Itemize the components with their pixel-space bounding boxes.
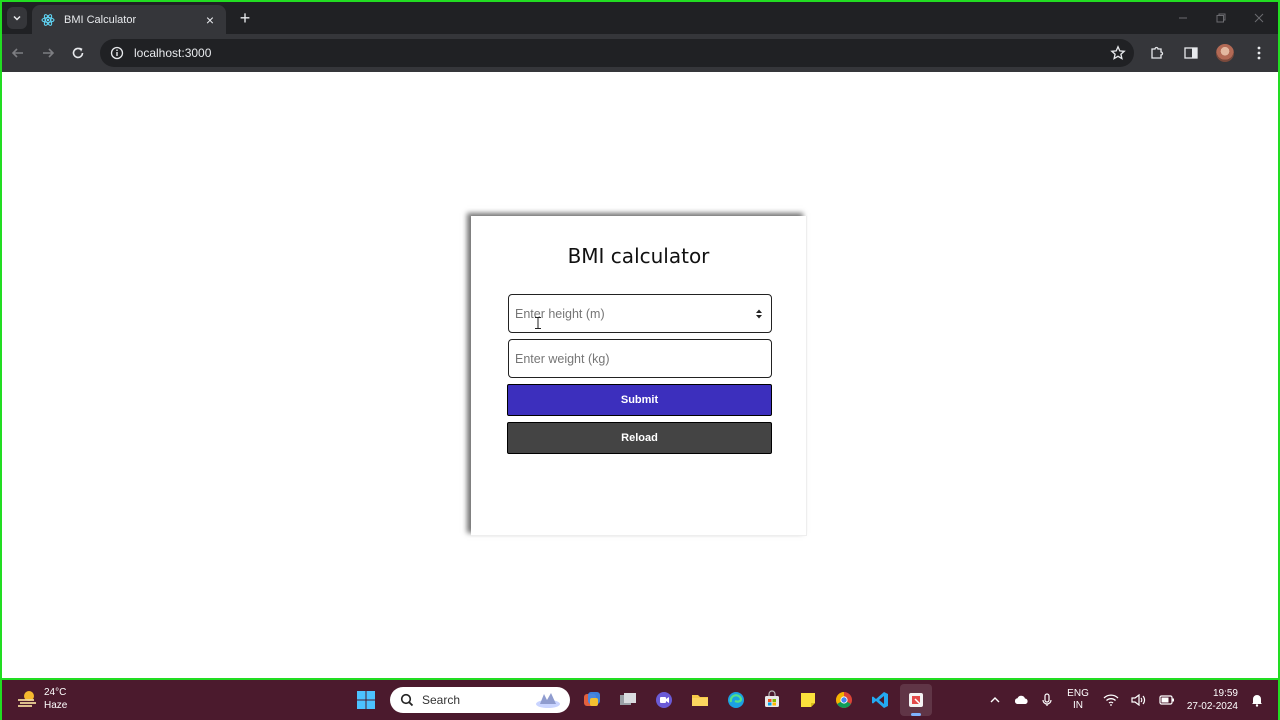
bmi-card: BMI calculator Submit Reload [471, 216, 807, 536]
page-title: BMI calculator [567, 244, 710, 268]
browser-window: BMI Calculator × + localhost:3000 BMI ca… [2, 2, 1278, 678]
puzzle-icon [1151, 46, 1164, 59]
height-input[interactable] [508, 294, 772, 333]
taskbar-store[interactable] [756, 684, 788, 716]
kebab-menu-icon [1257, 46, 1261, 60]
minimize-icon [1179, 17, 1187, 19]
clock-time: 19:59 [1212, 688, 1238, 699]
close-icon [1254, 13, 1264, 23]
number-spinner-icon[interactable] [754, 307, 764, 321]
volume-button[interactable] [1131, 694, 1147, 706]
wifi-button[interactable] [1103, 694, 1119, 706]
tab-strip: BMI Calculator × + [2, 2, 1278, 34]
arrow-right-icon [43, 48, 55, 58]
tab-search-button[interactable] [7, 7, 27, 29]
vscode-icon [872, 692, 888, 708]
tab-title: BMI Calculator [64, 13, 137, 26]
submit-button[interactable]: Submit [507, 384, 772, 416]
info-icon [110, 46, 124, 60]
battery-icon [1159, 695, 1174, 705]
reload-button[interactable]: Reload [507, 422, 772, 454]
task-view-icon [620, 693, 636, 705]
reload-page-button[interactable] [64, 39, 92, 67]
chevron-up-icon [990, 697, 1000, 703]
wifi-icon [1103, 694, 1119, 706]
taskbar-task-view[interactable] [612, 684, 644, 716]
address-text: localhost:3000 [134, 46, 212, 60]
microphone-button[interactable] [1041, 693, 1053, 707]
close-window-button[interactable] [1240, 2, 1278, 34]
cloud-icon [1015, 695, 1028, 704]
taskbar-chrome[interactable] [828, 684, 860, 716]
forward-button[interactable] [34, 39, 62, 67]
restore-button[interactable] [1202, 2, 1240, 34]
taskbar-apps: Search [350, 684, 936, 716]
restore-icon [1216, 13, 1226, 23]
battery-button[interactable] [1159, 695, 1175, 705]
taskbar-search[interactable]: Search [390, 687, 570, 713]
search-highlight-icon [536, 693, 560, 708]
profile-button[interactable] [1210, 38, 1240, 68]
taskbar-vscode[interactable] [864, 684, 896, 716]
system-tray: ENG IN 19:59 27-02-2024 [983, 684, 1270, 716]
toolbar-actions [1142, 34, 1278, 72]
tab-close-icon[interactable]: × [202, 12, 218, 28]
refresh-icon [72, 47, 84, 59]
react-logo-icon [40, 12, 56, 28]
menu-button[interactable] [1244, 38, 1274, 68]
taskbar-copilot[interactable] [576, 684, 608, 716]
extensions-button[interactable] [1142, 38, 1172, 68]
language-indicator[interactable]: ENG IN [1067, 688, 1089, 712]
windows-logo-icon [357, 691, 375, 709]
copilot-icon [584, 692, 600, 706]
show-hidden-icons-button[interactable] [989, 694, 1001, 706]
microphone-icon [1042, 693, 1052, 706]
browser-toolbar: localhost:3000 [2, 34, 1278, 72]
bell-icon [1252, 695, 1262, 707]
taskbar-sticky-notes[interactable] [792, 684, 824, 716]
folder-icon [692, 695, 708, 706]
taskbar-snipping-tool[interactable] [900, 684, 932, 716]
speaker-icon [1131, 694, 1145, 706]
sticky-notes-icon [801, 693, 815, 707]
browser-tab[interactable]: BMI Calculator × [32, 5, 226, 34]
weather-temperature: 24°C [44, 687, 67, 698]
taskbar-meet[interactable] [648, 684, 680, 716]
windows-taskbar: 24°C Haze Search ENG IN 19:59 27-02-2024 [2, 680, 1278, 720]
star-icon[interactable] [1110, 45, 1126, 61]
onedrive-button[interactable] [1013, 694, 1029, 706]
avatar [1216, 44, 1234, 62]
new-tab-button[interactable]: + [234, 7, 256, 29]
address-bar[interactable]: localhost:3000 [100, 39, 1134, 67]
chrome-icon [836, 692, 852, 708]
window-controls [1164, 2, 1278, 34]
taskbar-file-explorer[interactable] [684, 684, 716, 716]
snipping-tool-icon [909, 693, 923, 707]
edge-icon [728, 692, 744, 708]
chat-camera-icon [656, 692, 672, 708]
weather-widget[interactable]: 24°C Haze [16, 686, 67, 712]
clock-date: 27-02-2024 [1186, 701, 1238, 712]
notifications-button[interactable] [1250, 693, 1264, 707]
side-panel-button[interactable] [1176, 38, 1206, 68]
start-button[interactable] [350, 684, 382, 716]
text-cursor-icon [535, 317, 541, 329]
page-viewport: BMI calculator Submit Reload [2, 72, 1278, 678]
weather-description: Haze [44, 700, 68, 711]
weight-input[interactable] [508, 339, 772, 378]
arrow-left-icon [11, 48, 23, 58]
minimize-button[interactable] [1164, 2, 1202, 34]
clock[interactable]: 19:59 27-02-2024 [1187, 687, 1238, 713]
side-panel-icon [1184, 47, 1198, 59]
search-icon [400, 693, 414, 707]
store-icon [765, 690, 779, 707]
chevron-down-icon [13, 15, 21, 21]
haze-weather-icon [18, 691, 36, 707]
taskbar-edge[interactable] [720, 684, 752, 716]
back-button[interactable] [4, 39, 32, 67]
search-label: Search [422, 693, 461, 707]
